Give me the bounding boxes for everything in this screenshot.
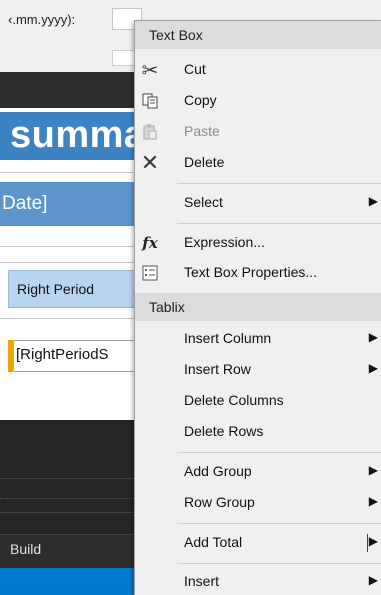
tablix-header-text: Right Period bbox=[17, 281, 95, 297]
menu-item-delete-columns-label: Delete Columns bbox=[184, 392, 284, 408]
submenu-arrow-icon: ▶ bbox=[368, 463, 378, 477]
menu-item-copy[interactable]: Copy bbox=[135, 86, 381, 116]
menu-item-insert-row-label: Insert Row bbox=[184, 361, 251, 377]
menu-item-select-label: Select bbox=[184, 194, 223, 210]
grid-line bbox=[0, 246, 140, 247]
menu-separator bbox=[177, 563, 381, 564]
menu-item-insert-column-label: Insert Column bbox=[184, 330, 272, 346]
grid-line bbox=[0, 172, 140, 173]
grid-line bbox=[0, 318, 140, 319]
menu-item-paste-label: Paste bbox=[184, 123, 220, 139]
context-menu: Text Box ✂ Cut Copy Paste ✕ Delete Selec… bbox=[134, 20, 381, 595]
scissors-icon: ✂ bbox=[141, 59, 159, 82]
menu-item-textbox-properties[interactable]: Text Box Properties... bbox=[135, 258, 381, 288]
menu-item-select[interactable]: Select ▶ bbox=[135, 188, 381, 218]
report-title-text: summa bbox=[10, 114, 146, 156]
menu-item-add-group-label: Add Group bbox=[184, 463, 252, 479]
delete-x-icon: ✕ bbox=[140, 150, 160, 175]
panel-divider bbox=[0, 512, 140, 513]
menu-item-copy-label: Copy bbox=[184, 92, 217, 108]
menu-separator bbox=[177, 183, 381, 184]
date-textbox-text: Date] bbox=[2, 193, 48, 214]
menu-item-delete-rows[interactable]: Delete Rows bbox=[135, 417, 381, 447]
submenu-arrow-icon: ▶ bbox=[368, 194, 378, 208]
menu-item-delete[interactable]: ✕ Delete bbox=[135, 148, 381, 178]
tablix-data-text: [RightPeriodS bbox=[16, 346, 109, 363]
menu-item-row-group-label: Row Group bbox=[184, 494, 255, 510]
copy-icon bbox=[139, 90, 161, 112]
menu-item-expression[interactable]: fx Expression... bbox=[135, 228, 381, 258]
menu-item-delete-rows-label: Delete Rows bbox=[184, 423, 264, 439]
panel-divider-dotted bbox=[0, 498, 140, 502]
menu-item-insert-column[interactable]: Insert Column ▶ bbox=[135, 324, 381, 354]
panel-divider bbox=[0, 478, 140, 479]
fx-icon: fx bbox=[142, 234, 158, 252]
menu-separator bbox=[177, 452, 381, 453]
menu-separator bbox=[177, 523, 381, 524]
menu-item-paste[interactable]: Paste bbox=[135, 117, 381, 147]
submenu-arrow-icon: ▶ bbox=[368, 573, 378, 587]
panel-divider bbox=[0, 534, 140, 535]
menu-item-insert[interactable]: Insert ▶ bbox=[135, 567, 381, 595]
build-label[interactable]: Build bbox=[10, 541, 41, 557]
menu-item-delete-columns[interactable]: Delete Columns bbox=[135, 386, 381, 416]
properties-icon bbox=[139, 262, 161, 284]
menu-separator bbox=[177, 223, 381, 224]
menu-item-add-total[interactable]: Add Total ▶ bbox=[135, 528, 381, 558]
menu-item-cut[interactable]: ✂ Cut bbox=[135, 55, 381, 85]
paste-icon bbox=[139, 121, 161, 143]
menu-item-add-total-label: Add Total bbox=[184, 534, 243, 550]
menu-item-cut-label: Cut bbox=[184, 61, 206, 77]
grid-line bbox=[0, 262, 140, 263]
parameter-label: ‹.mm.yyyy): bbox=[8, 12, 76, 27]
selection-marker bbox=[8, 340, 14, 372]
menu-section-header-textbox: Text Box bbox=[135, 21, 381, 49]
submenu-arrow-icon: ▶ bbox=[368, 494, 378, 508]
menu-item-insert-row[interactable]: Insert Row ▶ bbox=[135, 355, 381, 385]
menu-item-delete-label: Delete bbox=[184, 154, 225, 170]
menu-item-textbox-properties-label: Text Box Properties... bbox=[184, 264, 318, 280]
menu-item-row-group[interactable]: Row Group ▶ bbox=[135, 488, 381, 518]
submenu-arrow-icon: ▶ bbox=[368, 361, 378, 375]
menu-section-header-tablix: Tablix bbox=[135, 293, 381, 321]
menu-item-insert-label: Insert bbox=[184, 573, 220, 589]
menu-item-add-group[interactable]: Add Group ▶ bbox=[135, 457, 381, 487]
submenu-arrow-icon[interactable]: ▶ bbox=[369, 534, 378, 548]
menu-item-expression-label: Expression... bbox=[184, 234, 265, 250]
submenu-arrow-icon: ▶ bbox=[368, 330, 378, 344]
